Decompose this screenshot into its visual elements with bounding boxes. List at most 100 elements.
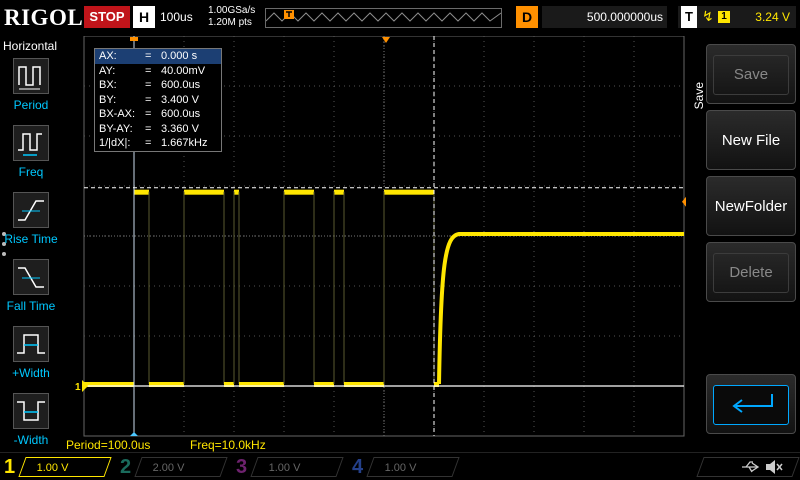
delay-value[interactable]: 500.000000us: [542, 6, 667, 28]
memory-overview-strip: [265, 8, 502, 28]
cursor-readout-value: 600.0us: [161, 79, 201, 91]
save-button-label: Save: [713, 55, 789, 95]
save-menu-title: Save: [692, 82, 706, 110]
channel-3-number: 3: [236, 456, 248, 478]
channel-1-trace: [84, 189, 684, 387]
delete-button[interactable]: Delete: [706, 242, 796, 302]
channel-4-indicator[interactable]: 4 1.00 V: [348, 455, 460, 479]
run-stop-status[interactable]: STOP: [84, 6, 130, 28]
period-measurement: Period=100.0us: [66, 438, 151, 452]
cursor-readout-label: 1/|dX|:: [99, 137, 131, 149]
trigger-source: 1: [718, 11, 730, 23]
trigger-level: 3.24 V: [755, 10, 790, 24]
cursor-readout-row: BY: = 3.400 V: [95, 93, 221, 108]
measure-menu: Horizontal Period Freq Rise Time Fall Ti…: [0, 36, 62, 452]
measure-period[interactable]: Period: [0, 58, 62, 124]
measure-negative-width[interactable]: -Width: [0, 393, 62, 459]
measure-fall-time[interactable]: Fall Time: [0, 259, 62, 325]
cursor-readout-separator: =: [145, 93, 152, 106]
rising-edge-icon: ↯: [702, 8, 714, 24]
usb-icon: [740, 459, 760, 480]
freq-measurement: Freq=10.0kHz: [190, 438, 266, 452]
channel-1-indicator[interactable]: 1 1.00 V: [0, 455, 112, 479]
acquisition-info: 1.00GSa/s 1.20M pts: [208, 5, 255, 29]
cursor-readout-row: BY-AY: = 3.360 V: [95, 122, 221, 137]
trace-high-segment: [384, 189, 434, 195]
trigger-label: T: [681, 6, 697, 28]
channel-2-scale: 2.00 V: [152, 462, 185, 474]
cursor-readout-value: 3.400 V: [161, 93, 199, 106]
memory-overview-waveform: [265, 10, 502, 22]
brand-logo: RIGOL: [4, 5, 84, 30]
channel-2-number: 2: [120, 456, 132, 478]
sample-rate: 1.00GSa/s: [208, 5, 256, 16]
measure-rise-time-label: Rise Time: [4, 232, 58, 246]
channel-3-indicator[interactable]: 3 1.00 V: [232, 455, 344, 479]
trace-high-segment: [184, 189, 224, 195]
cursor-readout-row: AX: = 0.000 s: [95, 49, 221, 64]
waveform-display[interactable]: 1T AX:=0.000 sAY:=40.00mVBX:=600.0usBY:=…: [62, 35, 694, 438]
measure-rise-time[interactable]: Rise Time: [0, 192, 62, 258]
measure-positive-width-label: +Width: [12, 366, 50, 380]
cursor-readout-separator: =: [145, 79, 152, 91]
cursor-readout-label: BY:: [99, 93, 117, 106]
cursor-readout-value: 3.360 V: [161, 122, 199, 135]
new-folder-button-label: NewFolder: [714, 198, 788, 215]
cursor-readout-row: AY: = 40.00mV: [95, 64, 221, 79]
trigger-position-marker: [382, 37, 390, 43]
cursor-readout-value: 40.00mV: [161, 64, 206, 77]
channel-1-number: 1: [4, 456, 16, 478]
trace-high-segment: [234, 189, 239, 195]
channel-2-indicator[interactable]: 2 2.00 V: [116, 455, 228, 479]
cursor-readout-separator: =: [145, 108, 152, 120]
cursor-readout-row: BX-AX: = 600.0us: [95, 107, 221, 122]
negative-width-icon: [13, 393, 49, 429]
cursor-readout-row: 1/|dX|: = 1.667kHz: [95, 136, 221, 151]
measure-positive-width[interactable]: +Width: [0, 326, 62, 392]
channel-3-scale: 1.00 V: [268, 462, 301, 474]
measure-fall-time-label: Fall Time: [6, 299, 56, 313]
trace-high-segment: [134, 189, 149, 195]
back-arrow-icon: [713, 385, 789, 425]
channel-1-scale: 1.00 V: [36, 462, 69, 474]
measure-freq[interactable]: Freq: [0, 125, 62, 191]
cursor-readout-label: BX:: [99, 79, 117, 91]
cursor-readout-label: AY:: [99, 64, 116, 77]
channel-1-ground-label: 1: [75, 382, 81, 393]
cursor-readout-separator: =: [145, 50, 152, 62]
trace-high-segment: [334, 189, 344, 195]
trace-high-segment: [284, 189, 314, 195]
channel-4-scale: 1.00 V: [384, 462, 417, 474]
measure-category-title: Horizontal: [3, 39, 58, 53]
delay-label: D: [516, 6, 538, 28]
new-folder-button[interactable]: NewFolder: [706, 176, 796, 236]
cursor-readout-value: 600.0us: [161, 108, 201, 120]
cursor-readout-label: AX:: [99, 50, 117, 62]
timebase-value[interactable]: 100us: [160, 10, 193, 24]
back-button[interactable]: [706, 374, 796, 434]
save-menu: Save Save New File NewFolder Delete: [686, 36, 800, 452]
memory-depth: 1.20M pts: [208, 17, 252, 28]
delete-button-label: Delete: [713, 253, 789, 293]
cursor-readout-separator: =: [145, 122, 152, 135]
cursor-readout-label: BY-AY:: [99, 122, 133, 135]
cursor-readout-label: BX-AX:: [99, 108, 136, 120]
save-button[interactable]: Save: [706, 44, 796, 104]
mute-icon[interactable]: [764, 458, 784, 480]
cursor-readout-separator: =: [145, 137, 152, 149]
cursor-a-marker: [130, 432, 138, 436]
cursor-readout-value: 1.667kHz: [161, 137, 208, 149]
trace-rising-edge: [437, 232, 684, 385]
new-file-button-label: New File: [721, 132, 781, 149]
cursor-readout-separator: =: [145, 64, 152, 77]
trigger-status[interactable]: T ↯ 1 3.24 V: [678, 6, 796, 28]
cursor-readout-row: BX: = 600.0us: [95, 78, 221, 93]
rise-time-icon: [13, 192, 49, 228]
period-icon: [13, 58, 49, 94]
channel-bar: 1 1.00 V 2 2.00 V 3 1.00 V 4 1.00 V: [0, 452, 800, 480]
measure-negative-width-label: -Width: [13, 433, 49, 447]
measure-period-label: Period: [13, 98, 49, 112]
new-file-button[interactable]: New File: [706, 110, 796, 170]
fall-time-icon: [13, 259, 49, 295]
positive-width-icon: [13, 326, 49, 362]
